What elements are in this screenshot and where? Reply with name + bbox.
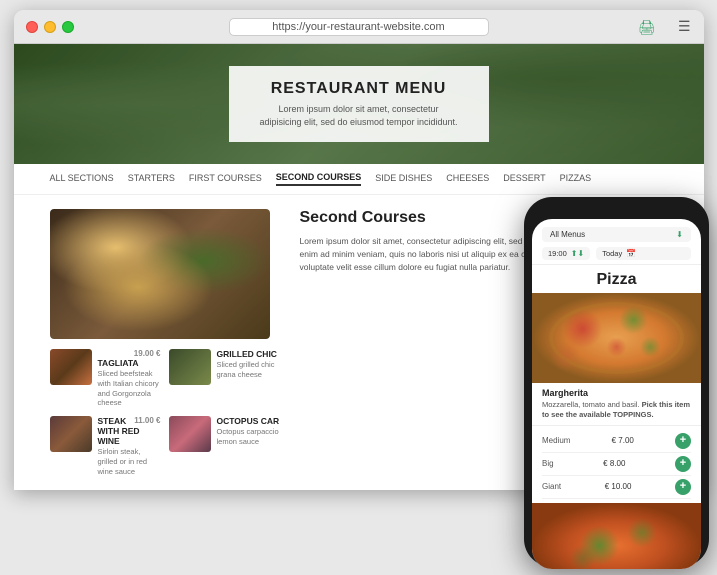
item-info-grilled: GRILLED CHIC Sliced grilled chic grana c… (217, 349, 280, 380)
phone-mockup: All Menus ⬇ 19:00 ⬆⬇ Today 📅 Pizza (524, 197, 709, 567)
phone-marinara-image (532, 503, 701, 570)
phone-date-selector[interactable]: Today 📅 (596, 247, 691, 260)
item-info-tagliata: 19.00 € TAGLIATA Sliced beefsteak with I… (98, 349, 161, 408)
print-icon[interactable]: 🖨 (638, 19, 656, 36)
phone-item-description: Mozzarella, tomato and basil. Pick this … (542, 400, 691, 420)
nav-pizzas[interactable]: PIZZAS (560, 173, 592, 185)
chevron-down-icon: ⬇ (676, 230, 683, 239)
browser-menu-icon[interactable]: ☰ (678, 18, 692, 35)
add-button-big[interactable]: + (675, 456, 691, 472)
close-button[interactable] (26, 21, 38, 33)
phone-time-selector[interactable]: 19:00 ⬆⬇ (542, 247, 590, 260)
url-bar[interactable]: https://your-restaurant-website.com (229, 18, 489, 36)
item-price-tagliata: 19.00 € (134, 349, 161, 358)
item-image-steak (50, 416, 92, 452)
item-name-steak: 11.00 € STEAK WITH RED WINE (98, 416, 161, 446)
price-row-medium: Medium € 7.00 + (542, 430, 691, 453)
phone-pizza-title: Pizza (532, 265, 701, 293)
hero-title: RESTAURANT MENU (259, 80, 459, 98)
menu-item: OCTOPUS CAR Octopus carpaccio lemon sauc… (169, 416, 280, 475)
item-image-grilled (169, 349, 211, 385)
phone-price-rows: Medium € 7.00 + Big € 8.00 + Giant € 10.… (532, 426, 701, 503)
nav-first-courses[interactable]: FIRST COURSES (189, 173, 262, 185)
left-column: 19.00 € TAGLIATA Sliced beefsteak with I… (50, 209, 280, 461)
nav-cheeses[interactable]: CHEESES (446, 173, 489, 185)
size-label-giant: Giant (542, 482, 561, 491)
marinara-toppings-visual (532, 503, 701, 570)
main-dish-image (50, 209, 270, 339)
item-desc-steak: Sirloin steak, grilled or in red wine sa… (98, 447, 161, 475)
nav-all-sections[interactable]: ALL SECTIONS (50, 173, 114, 185)
menu-item: GRILLED CHIC Sliced grilled chic grana c… (169, 349, 280, 408)
price-value-big: € 8.00 (603, 459, 625, 468)
phone-time-value: 19:00 (548, 249, 567, 258)
traffic-lights (26, 21, 74, 33)
price-row-big: Big € 8.00 + (542, 453, 691, 476)
phone-date-value: Today (602, 249, 622, 258)
phone-pizza-image (532, 293, 701, 383)
item-name-octopus: OCTOPUS CAR (217, 416, 280, 426)
size-label-big: Big (542, 459, 554, 468)
nav-starters[interactable]: STARTERS (128, 173, 175, 185)
calendar-icon: 📅 (626, 249, 636, 258)
hero-description: Lorem ipsum dolor sit amet, consectetur … (259, 103, 459, 128)
price-row-giant: Giant € 10.00 + (542, 476, 691, 499)
item-info-octopus: OCTOPUS CAR Octopus carpaccio lemon sauc… (217, 416, 280, 447)
menu-items-grid: 19.00 € TAGLIATA Sliced beefsteak with I… (50, 349, 280, 475)
add-button-giant[interactable]: + (675, 479, 691, 495)
size-label-medium: Medium (542, 436, 570, 445)
item-image-tagliata (50, 349, 92, 385)
phone-header: All Menus ⬇ 19:00 ⬆⬇ Today 📅 (532, 219, 701, 265)
add-button-medium[interactable]: + (675, 433, 691, 449)
item-desc-octopus: Octopus carpaccio lemon sauce (217, 427, 280, 447)
phone-item-name: Margherita (542, 388, 691, 398)
item-image-octopus (169, 416, 211, 452)
nav-dessert[interactable]: DESSERT (503, 173, 545, 185)
url-text: https://your-restaurant-website.com (272, 21, 444, 33)
item-name-grilled: GRILLED CHIC (217, 349, 280, 359)
nav-second-courses[interactable]: SECOND COURSES (276, 172, 362, 186)
item-desc-grilled: Sliced grilled chic grana cheese (217, 360, 280, 380)
phone-screen: All Menus ⬇ 19:00 ⬆⬇ Today 📅 Pizza (532, 219, 701, 569)
navigation-bar: ALL SECTIONS STARTERS FIRST COURSES SECO… (14, 164, 704, 195)
price-value-giant: € 10.00 (605, 482, 632, 491)
item-info-steak: 11.00 € STEAK WITH RED WINE Sirloin stea… (98, 416, 161, 475)
phone-notch (587, 207, 647, 215)
hero-text-box: RESTAURANT MENU Lorem ipsum dolor sit am… (229, 66, 489, 142)
pizza-crust-visual (549, 302, 684, 374)
phone-menu-label: All Menus (550, 230, 585, 239)
phone-item-desc-regular: Mozzarella, tomato and basil. (542, 400, 640, 409)
title-bar: https://your-restaurant-website.com ☰ 🖨 (14, 10, 704, 44)
time-chevron-icon: ⬆⬇ (571, 249, 584, 258)
menu-item: 19.00 € TAGLIATA Sliced beefsteak with I… (50, 349, 161, 408)
item-price-steak: 11.00 € (134, 416, 160, 425)
price-value-medium: € 7.00 (612, 436, 634, 445)
item-name-tagliata: 19.00 € TAGLIATA (98, 349, 161, 368)
dish-visual (50, 209, 270, 339)
phone-menu-select[interactable]: All Menus ⬇ (542, 227, 691, 242)
item-desc-tagliata: Sliced beefsteak with Italian chicory an… (98, 369, 161, 408)
fullscreen-button[interactable] (62, 21, 74, 33)
minimize-button[interactable] (44, 21, 56, 33)
menu-item: 11.00 € STEAK WITH RED WINE Sirloin stea… (50, 416, 161, 475)
hero-section: RESTAURANT MENU Lorem ipsum dolor sit am… (14, 44, 704, 164)
phone-item-info: Margherita Mozzarella, tomato and basil.… (532, 383, 701, 426)
nav-side-dishes[interactable]: SIDE DISHES (375, 173, 432, 185)
phone-time-row: 19:00 ⬆⬇ Today 📅 (542, 247, 691, 260)
